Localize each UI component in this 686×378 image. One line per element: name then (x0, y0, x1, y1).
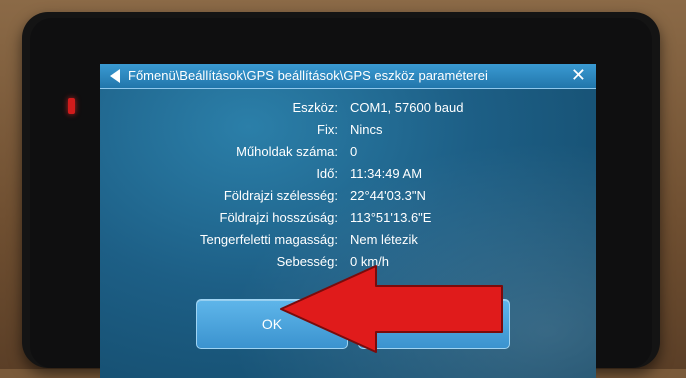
field-row-satellites: Műholdak száma: 0 (100, 144, 596, 164)
field-label: Sebesség: (276, 254, 338, 269)
close-icon[interactable]: ✕ (571, 65, 586, 87)
field-label: Eszköz: (292, 100, 338, 115)
field-label: Fix: (317, 122, 338, 137)
field-value: COM1, 57600 baud (350, 100, 464, 115)
field-value: Nincs (350, 122, 383, 137)
field-label: Idő: (316, 166, 338, 181)
field-value: 0 (350, 144, 358, 159)
back-arrow-icon[interactable] (110, 69, 120, 83)
field-label: Földrajzi szélesség: (223, 188, 338, 203)
titlebar: Főmenü\Beállítások\GPS beállítások\GPS e… (100, 64, 596, 89)
field-row-longitude: Földrajzi hosszúság: 113°51'13.6"E (100, 210, 596, 230)
field-row-device: Eszköz: COM1, 57600 baud (100, 100, 596, 120)
gps-screen: Főmenü\Beállítások\GPS beállítások\GPS e… (100, 64, 596, 378)
field-label: Földrajzi hosszúság: (219, 210, 339, 225)
field-value: 11:34:49 AM (350, 166, 423, 181)
field-value: Nem létezik (350, 232, 418, 247)
field-value: 113°51'13.6"E (350, 210, 432, 225)
secondary-button-label (359, 300, 509, 348)
field-row-altitude: Tengerfeletti magasság: Nem létezik (100, 232, 596, 252)
gps-device: Főmenü\Beállítások\GPS beállítások\GPS e… (22, 12, 660, 378)
field-row-latitude: Földrajzi szélesség: 22°44'03.3"N (100, 188, 596, 208)
ok-button-label: OK (261, 316, 283, 332)
field-value: 0 km/h (350, 254, 390, 269)
power-led (68, 98, 75, 114)
field-row-fix: Fix: Nincs (100, 122, 596, 142)
ok-button[interactable]: OK (196, 299, 348, 349)
field-value: 22°44'03.3"N (350, 188, 426, 203)
breadcrumb-title: Főmenü\Beállítások\GPS beállítások\GPS e… (128, 68, 488, 83)
secondary-button[interactable] (358, 299, 510, 349)
field-label: Műholdak száma: (236, 144, 338, 159)
field-row-speed: Sebesség: 0 km/h (100, 254, 596, 274)
field-label: Tengerfeletti magasság: (199, 232, 338, 247)
field-row-time: Idő: 11:34:49 AM (100, 166, 596, 186)
